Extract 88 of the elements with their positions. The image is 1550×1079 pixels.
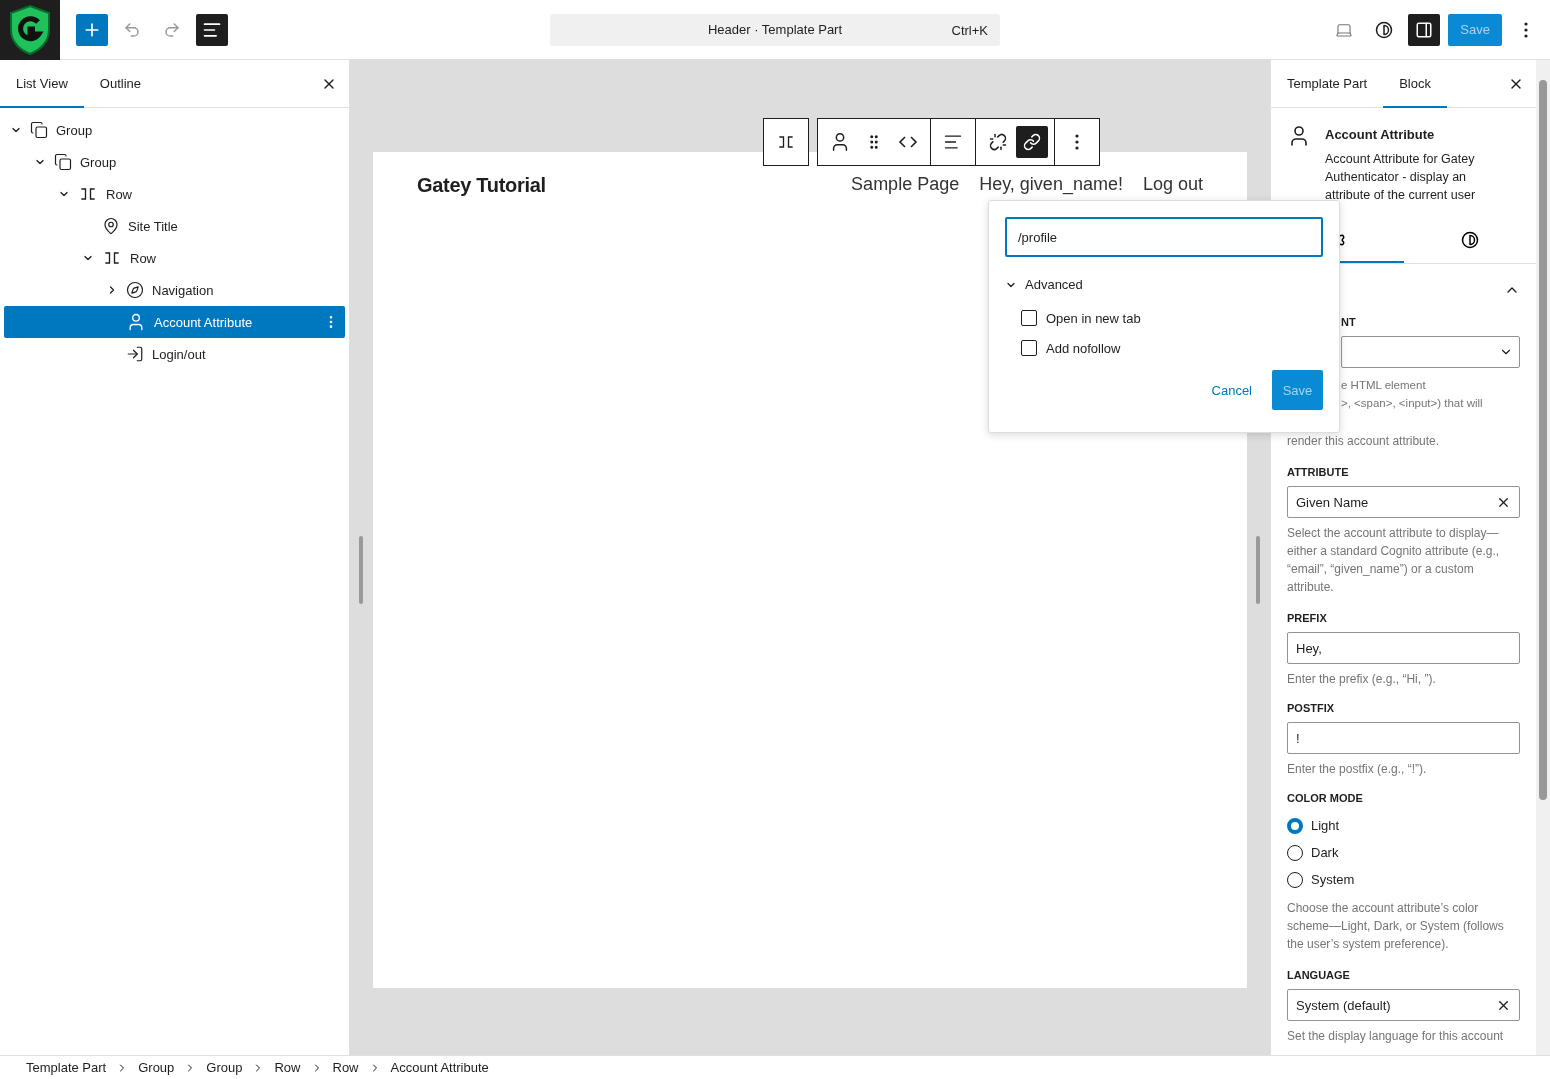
tree-item[interactable]: Login/out: [4, 338, 345, 370]
group-icon: [30, 121, 48, 139]
help-text: >, <span>, <input>) that will: [1341, 396, 1484, 411]
shield-logo-icon: [8, 3, 52, 56]
radio-option[interactable]: Dark: [1287, 839, 1520, 866]
tree-item-label: Account Attribute: [154, 314, 253, 330]
field-label: COLOR MODE: [1287, 792, 1364, 804]
tree-item-label: Group: [80, 154, 117, 170]
panel-tab[interactable]: Outline: [83, 59, 157, 108]
radio-option[interactable]: Light: [1287, 812, 1520, 839]
command-bar[interactable]: Header · Template Part Ctrl+K: [550, 13, 1000, 46]
field-label: ATTRIBUTE: [1287, 466, 1350, 478]
help-text: Enter the prefix (e.g., “Hi, ”).: [1287, 671, 1437, 688]
unlink-icon: [989, 133, 1007, 151]
field-label: LANGUAGE: [1287, 969, 1351, 981]
help-text: render this account attribute.: [1287, 433, 1441, 450]
compass-icon: [126, 281, 144, 299]
tree-item[interactable]: Navigation: [4, 274, 345, 306]
radio-icon[interactable]: [1287, 871, 1303, 888]
more-icon: [1075, 134, 1079, 150]
sidebar-toggle-button[interactable]: [1408, 13, 1441, 46]
login-icon: [126, 345, 144, 363]
more-icon: [1524, 21, 1528, 38]
redo-icon: [163, 20, 181, 39]
block-description: Account Attribute for Gatey Authenticator - display an attribute of the current user: [1325, 151, 1477, 204]
element-select[interactable]: [1341, 336, 1520, 368]
tree-item-label: Row: [130, 250, 156, 266]
prefix-field[interactable]: Hey,: [1287, 632, 1520, 664]
cancel-button[interactable]: Cancel: [1211, 382, 1252, 398]
checkbox-option[interactable]: Add nofollow: [1021, 340, 1323, 356]
group-icon: [54, 153, 72, 171]
nav-link[interactable]: Sample Page: [851, 174, 960, 195]
attribute-field[interactable]: Given Name: [1287, 486, 1520, 518]
document-title: Header · Template Part: [707, 22, 843, 37]
help-text: Choose the account attribute’s color scheme—Light, Dark, or System (follows the user’s system preference).: [1287, 900, 1505, 953]
breadcrumb-item[interactable]: Group: [206, 1060, 243, 1075]
checkbox-option[interactable]: Open in new tab: [1021, 310, 1323, 326]
postfix-field[interactable]: !: [1287, 722, 1520, 754]
tree-item-label: Navigation: [152, 282, 214, 298]
block-title: Account Attribute: [1325, 127, 1436, 142]
tree-item[interactable]: Account Attribute: [4, 306, 345, 338]
url-input[interactable]: /profile: [1005, 217, 1323, 257]
sidebar-tab[interactable]: Template Part: [1271, 60, 1384, 108]
breadcrumb-item[interactable]: Row: [274, 1060, 301, 1075]
tree-item[interactable]: Group: [4, 146, 345, 178]
undo-icon: [123, 20, 141, 39]
tree-item[interactable]: Row: [4, 242, 345, 274]
checkbox[interactable]: [1021, 340, 1037, 356]
tree-item-label: Row: [106, 186, 132, 202]
shortcut-hint: Ctrl+K: [951, 22, 988, 38]
tree-item[interactable]: Site Title: [4, 210, 345, 242]
link-button[interactable]: [1016, 126, 1048, 158]
language-field[interactable]: System (default): [1287, 989, 1520, 1021]
radio-icon[interactable]: [1287, 817, 1303, 834]
help-text: Select the account attribute to display—either a standard Cognito attribute (e.g., “email”, “given_name”) or a custom attribute.: [1287, 525, 1501, 596]
help-text: Enter the postfix (e.g., “!”).: [1287, 761, 1428, 778]
tree-item-label: Site Title: [128, 218, 178, 234]
logo[interactable]: [0, 0, 60, 60]
scrollbar[interactable]: [1536, 60, 1550, 1055]
site-title: Gatey Tutorial: [417, 174, 546, 197]
panel-tab[interactable]: List View: [0, 59, 84, 108]
contrast-icon: [1460, 230, 1479, 249]
checkbox[interactable]: [1021, 310, 1037, 326]
help-text: Set the display language for this account: [1287, 1028, 1505, 1045]
tree-item-label: Group: [56, 122, 93, 138]
add-block-button[interactable]: [76, 13, 108, 46]
sidebar-icon: [1415, 20, 1434, 39]
field-label: PREFIX: [1287, 612, 1328, 624]
nav-link[interactable]: Log out: [1142, 174, 1203, 195]
contrast-icon: [1375, 20, 1394, 39]
advanced-toggle[interactable]: Advanced: [1005, 277, 1083, 292]
tree-item-label: Login/out: [152, 346, 206, 362]
tree-item[interactable]: Group: [4, 114, 345, 146]
document-overview-button[interactable]: [196, 13, 228, 46]
breadcrumb-item[interactable]: Account Attribute: [390, 1060, 489, 1075]
tree-item[interactable]: Row: [4, 178, 345, 210]
field-label: NT: [1341, 316, 1357, 328]
help-text: e HTML element: [1341, 378, 1427, 393]
map-pin-icon: [102, 217, 120, 235]
breadcrumb-item[interactable]: Group: [138, 1060, 175, 1075]
breadcrumb-item[interactable]: Template Part: [26, 1060, 107, 1075]
link-icon: [1023, 133, 1041, 151]
field-label: POSTFIX: [1287, 702, 1336, 714]
radio-icon[interactable]: [1287, 844, 1303, 861]
radio-option[interactable]: System: [1287, 866, 1520, 893]
sidebar-tab[interactable]: Block: [1383, 60, 1447, 108]
breadcrumb-item[interactable]: Row: [332, 1060, 359, 1075]
nav-link[interactable]: Hey, given_name!: [979, 174, 1123, 195]
